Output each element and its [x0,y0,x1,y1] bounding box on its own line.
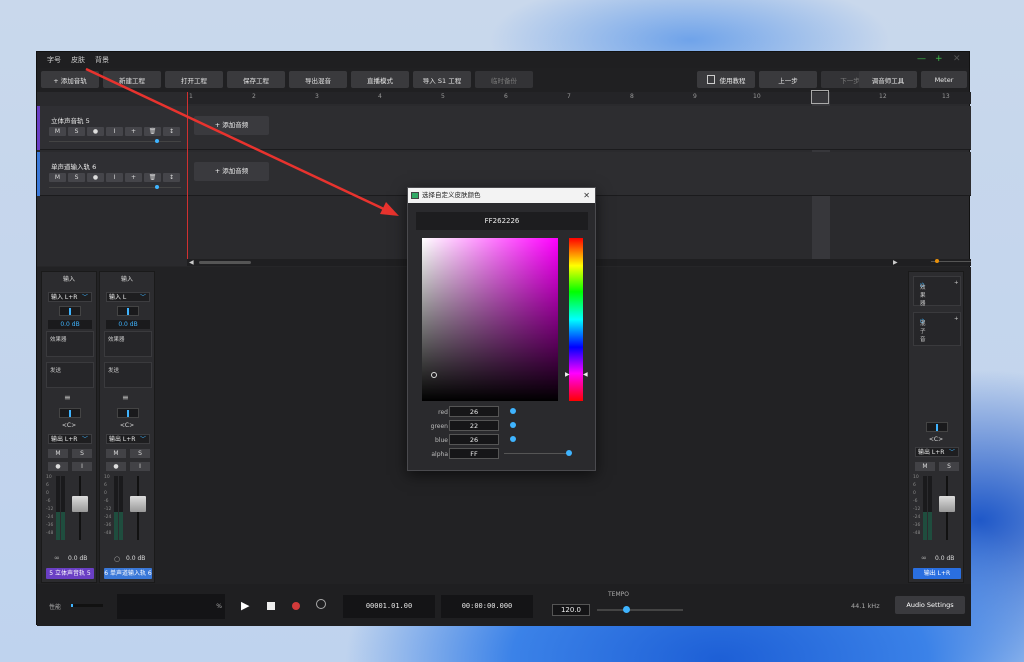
color-picker-dialog: 选择自定义皮肤颜色 ✕ FF262226 ▶ ◀ red 26 green 22… [407,187,596,471]
green-slider-handle[interactable] [509,422,516,428]
app-icon [411,192,419,199]
hex-input[interactable]: FF262226 [416,212,588,230]
blue-input[interactable]: 26 [449,434,499,445]
hue-handle-right-icon[interactable]: ◀ [583,371,588,378]
color-cursor[interactable] [431,372,437,378]
alpha-slider-handle[interactable] [566,450,572,456]
close-icon[interactable]: ✕ [583,188,590,203]
blue-label: blue [435,437,448,444]
alpha-slider[interactable] [504,453,570,454]
saturation-value-area[interactable] [422,238,558,401]
green-label: green [430,423,448,430]
dialog-title: 选择自定义皮肤颜色 [422,191,481,199]
red-label: red [438,409,448,416]
hue-handle-left-icon[interactable]: ▶ [565,371,570,378]
red-slider-handle[interactable] [510,408,517,414]
red-input[interactable]: 26 [449,406,499,417]
hue-slider[interactable] [569,238,583,401]
dialog-title-bar: 选择自定义皮肤颜色 ✕ [408,188,595,203]
green-input[interactable]: 22 [449,420,499,431]
alpha-input[interactable]: FF [449,448,499,459]
blue-slider-handle[interactable] [510,436,517,442]
alpha-label: alpha [431,451,448,458]
